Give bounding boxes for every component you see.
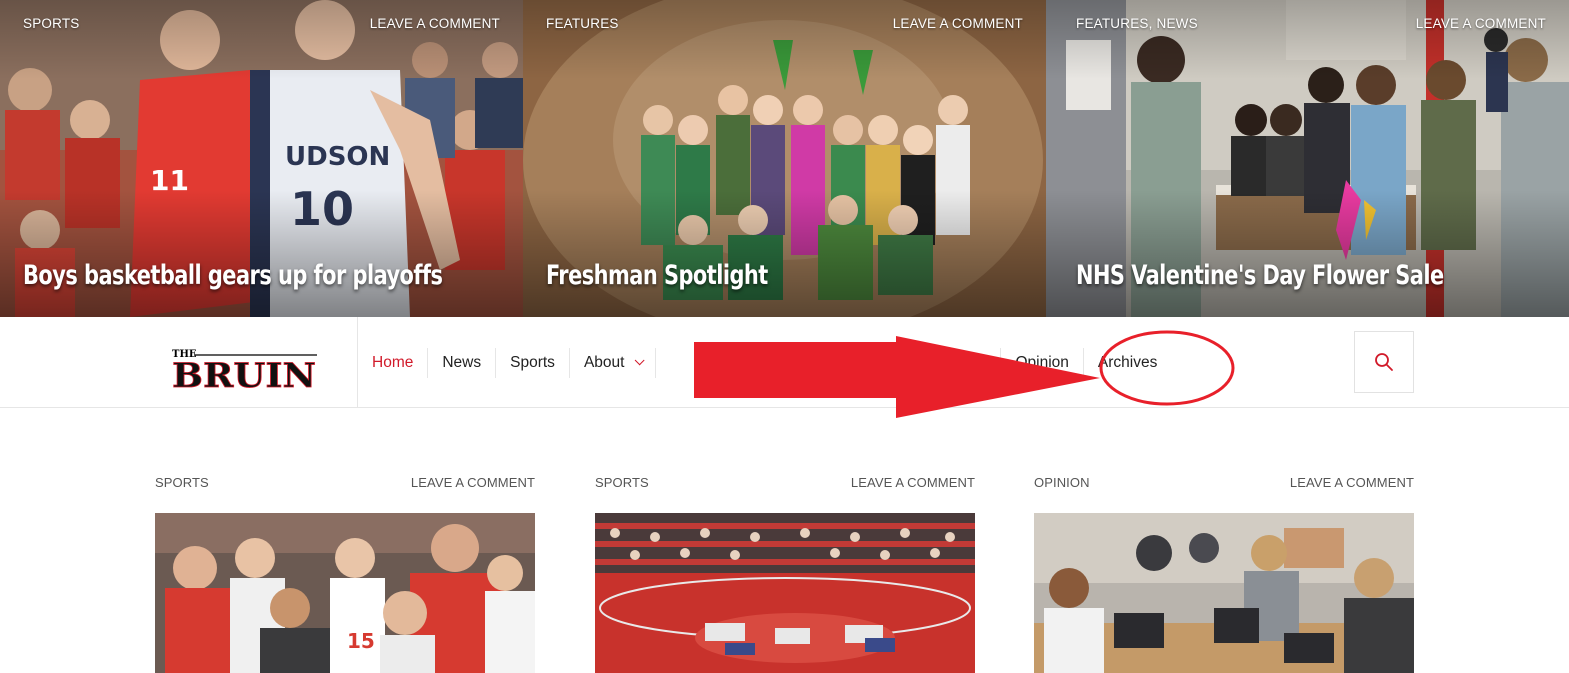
post-meta: SPORTS LEAVE A COMMENT [595, 475, 975, 490]
leave-comment-link[interactable]: LEAVE A COMMENT [370, 16, 500, 31]
hero-title[interactable]: NHS Valentine's Day Flower Sale [1076, 260, 1444, 291]
nav-item-obscured-2[interactable] [771, 347, 1002, 378]
hero-category-link[interactable]: FEATURES, NEWS [1076, 16, 1198, 31]
leave-comment-link[interactable]: LEAVE A COMMENT [851, 475, 975, 490]
leave-comment-link[interactable]: LEAVE A COMMENT [893, 16, 1023, 31]
svg-text:BRUIN: BRUIN [172, 356, 316, 391]
nav-item-news[interactable]: News [428, 347, 497, 378]
hero-slide-2[interactable]: FEATURES LEAVE A COMMENT Freshman Spotli… [523, 0, 1046, 317]
nav-item-label: Opinion [1015, 353, 1069, 371]
nav-item-label: News [442, 353, 482, 371]
nav-item-about[interactable]: About [570, 347, 657, 378]
nav-item-archives[interactable]: Archives [1084, 348, 1171, 378]
nav-item-sports[interactable]: Sports [496, 347, 570, 378]
wrestling-team-on-mat-photo [595, 513, 975, 673]
post-thumbnail[interactable]: 15 [155, 513, 535, 673]
search-button[interactable] [1354, 331, 1414, 393]
hero-meta: SPORTS LEAVE A COMMENT [23, 16, 500, 31]
leave-comment-link[interactable]: LEAVE A COMMENT [411, 475, 535, 490]
students-at-laptops-photo [1034, 513, 1414, 673]
nav-item-label: Sports [510, 353, 555, 371]
hero-slide-3[interactable]: FEATURES, NEWS LEAVE A COMMENT NHS Valen… [1046, 0, 1569, 317]
nav-item-label: Home [372, 353, 414, 371]
primary-menu: Home News Sports About Opinion Archives [358, 317, 1171, 408]
post-meta: SPORTS LEAVE A COMMENT [155, 475, 535, 490]
post-thumbnail[interactable] [595, 513, 975, 673]
nav-item-obscured-1[interactable] [656, 347, 772, 378]
leave-comment-link[interactable]: LEAVE A COMMENT [1416, 16, 1546, 31]
site-logo[interactable]: THE BRUIN [170, 335, 320, 396]
post-category-link[interactable]: OPINION [1034, 475, 1090, 490]
post-thumbnail[interactable] [1034, 513, 1414, 673]
hero-category-link[interactable]: SPORTS [23, 16, 79, 31]
leave-comment-link[interactable]: LEAVE A COMMENT [1290, 475, 1414, 490]
post-meta: OPINION LEAVE A COMMENT [1034, 475, 1414, 490]
post-category-link[interactable]: SPORTS [595, 475, 649, 490]
nav-item-opinion[interactable]: Opinion [1001, 347, 1084, 378]
hero-title[interactable]: Freshman Spotlight [546, 260, 768, 291]
svg-text:15: 15 [347, 629, 375, 653]
search-icon [1375, 353, 1393, 371]
nav-item-label: Archives [1097, 353, 1158, 371]
hero-title[interactable]: Boys basketball gears up for playoffs [23, 260, 443, 291]
hero-category-link[interactable]: FEATURES [546, 16, 619, 31]
hero-meta: FEATURES, NEWS LEAVE A COMMENT [1076, 16, 1546, 31]
post-category-link[interactable]: SPORTS [155, 475, 209, 490]
hero-slider: 11 UDSON 10 SPORTS LEAVE A COMMENT Boys … [0, 0, 1569, 317]
basketball-team-huddle-photo: 15 [155, 513, 535, 673]
bruin-logo-icon: THE BRUIN [172, 349, 317, 396]
nav-item-label: About [583, 353, 625, 371]
hero-meta: FEATURES LEAVE A COMMENT [546, 16, 1023, 31]
chevron-down-icon [635, 355, 646, 366]
post-card-1: SPORTS LEAVE A COMMENT 15 [155, 475, 535, 673]
post-card-3: OPINION LEAVE A COMMENT [1034, 475, 1414, 673]
main-navbar: THE BRUIN Home News Sports About Opinion… [0, 317, 1569, 408]
nav-item-home[interactable]: Home [358, 347, 429, 378]
post-card-2: SPORTS LEAVE A COMMENT [595, 475, 975, 673]
hero-slide-1[interactable]: 11 UDSON 10 SPORTS LEAVE A COMMENT Boys … [0, 0, 523, 317]
